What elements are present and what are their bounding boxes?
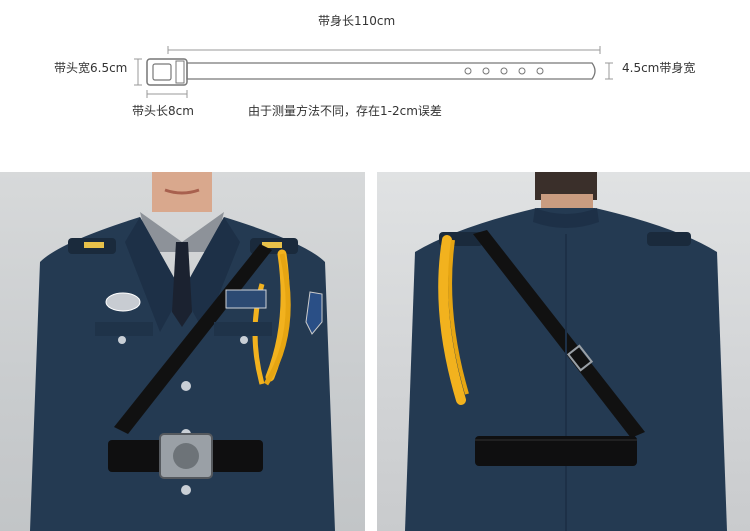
back-uniform-illustration — [405, 172, 727, 531]
tolerance-note: 由于测量方法不同，存在1-2cm误差 — [248, 104, 442, 118]
total-length-label: 带身长110cm — [318, 14, 396, 28]
buckle-length-label: 带头长8cm — [132, 104, 194, 118]
front-view-photo — [0, 172, 365, 531]
back-view-photo — [377, 172, 750, 531]
body-width-label: 4.5cm带身宽 — [622, 61, 696, 75]
buckle-width-label: 带头宽6.5cm — [54, 61, 128, 75]
front-uniform-illustration — [30, 172, 335, 531]
belt-dimension-diagram: 带身长110cm 带头宽6.5cm 4.5cm带身宽 带头长8cm 由于测量方法… — [0, 0, 750, 170]
